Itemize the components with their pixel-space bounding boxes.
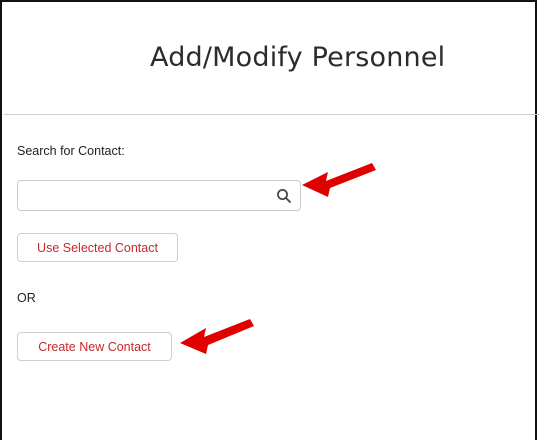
create-new-contact-button[interactable]: Create New Contact	[17, 332, 172, 361]
page-frame: Add/Modify Personnel	[0, 0, 539, 440]
annotation-arrow-create	[180, 319, 254, 354]
search-icon[interactable]	[276, 188, 292, 204]
page-title: Add/Modify Personnel	[150, 42, 446, 73]
search-field[interactable]	[17, 180, 301, 211]
annotation-arrow-search	[302, 163, 376, 197]
or-label: OR	[17, 291, 36, 305]
page-header: Add/Modify Personnel	[4, 4, 539, 115]
search-input[interactable]	[24, 185, 268, 208]
search-label: Search for Contact:	[17, 144, 125, 158]
use-selected-contact-button[interactable]: Use Selected Contact	[17, 233, 178, 262]
